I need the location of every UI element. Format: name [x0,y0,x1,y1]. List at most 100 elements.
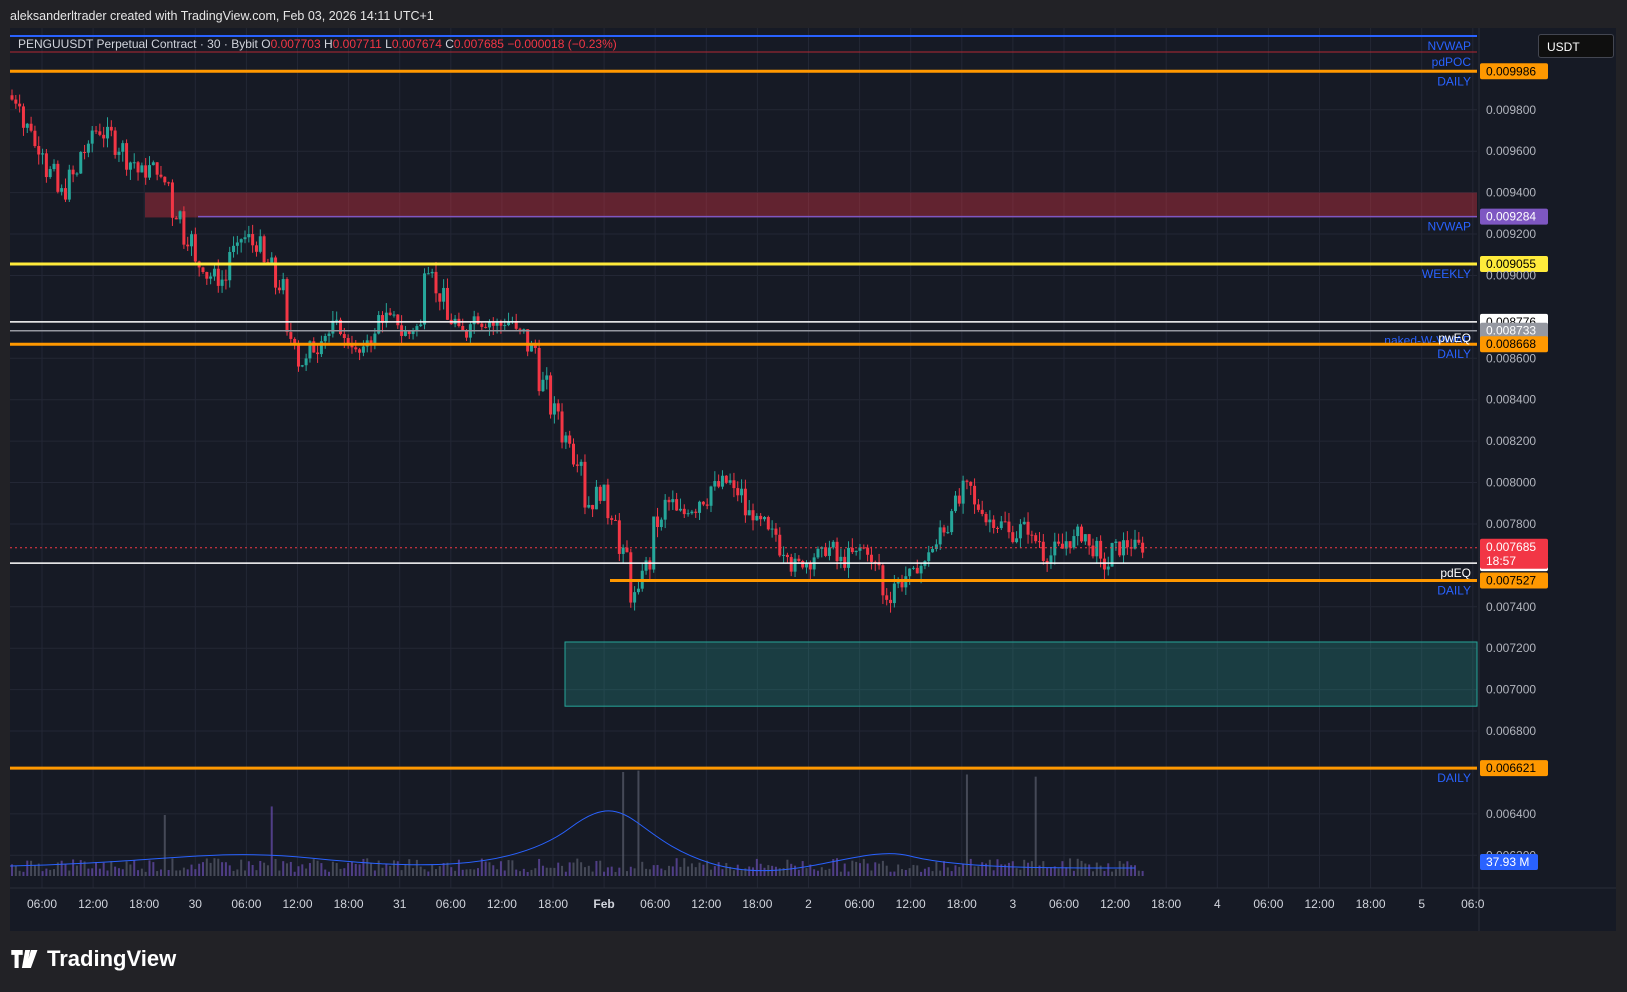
candle-body[interactable] [808,562,812,570]
candle-body[interactable] [167,182,171,184]
candle-body[interactable] [652,516,656,570]
candle-body[interactable] [911,567,915,569]
candle-body[interactable] [915,567,919,574]
candle-body[interactable] [52,163,56,170]
candle-body[interactable] [770,528,774,530]
candle-body[interactable] [686,513,690,515]
candle-body[interactable] [957,495,961,504]
candle-body[interactable] [63,188,67,200]
candle-body[interactable] [75,173,79,175]
candle-body[interactable] [1122,540,1126,556]
candle-body[interactable] [614,519,618,521]
candle-body[interactable] [988,519,992,523]
candle-body[interactable] [610,518,614,520]
candle-body[interactable] [445,287,449,320]
candle-body[interactable] [136,162,140,173]
candle-body[interactable] [675,499,679,511]
candle-body[interactable] [155,162,159,175]
candle-body[interactable] [1026,521,1030,535]
candle-body[interactable] [919,565,923,574]
candle-body[interactable] [973,485,977,505]
candle-body[interactable] [300,365,304,367]
candle-body[interactable] [583,461,587,508]
candle-body[interactable] [690,511,694,514]
candle-body[interactable] [361,346,365,353]
candle-body[interactable] [67,169,71,200]
candle-body[interactable] [350,345,354,348]
candle-body[interactable] [148,165,152,178]
candle-body[interactable] [575,464,579,466]
candle-body[interactable] [736,488,740,496]
candle-body[interactable] [709,486,713,506]
candle-body[interactable] [831,541,835,548]
candle-body[interactable] [419,324,423,327]
candle-body[interactable] [659,519,663,528]
candle-body[interactable] [678,508,682,511]
candle-body[interactable] [254,245,258,252]
candle-body[interactable] [969,481,973,486]
candle-body[interactable] [518,328,522,330]
candle-body[interactable] [86,143,90,153]
candle-body[interactable] [862,547,866,549]
candle-body[interactable] [140,165,144,173]
candle-body[interactable] [526,329,530,352]
candle-body[interactable] [220,279,224,286]
candle-body[interactable] [850,547,854,553]
candle-body[interactable] [587,504,591,508]
candle-body[interactable] [109,126,113,131]
candle-body[interactable] [980,509,984,514]
candle-body[interactable] [579,461,583,466]
candle-body[interactable] [480,323,484,327]
candle-body[interactable] [866,547,870,555]
candle-body[interactable] [824,547,828,556]
candle-body[interactable] [1041,541,1045,561]
candle-body[interactable] [671,499,675,503]
candle-body[interactable] [396,314,400,326]
candle-body[interactable] [224,279,228,281]
candle-body[interactable] [705,504,709,506]
candle-body[interactable] [976,504,980,510]
candle-body[interactable] [625,547,629,553]
candle-body[interactable] [327,333,331,336]
candle-body[interactable] [766,517,770,530]
candle-body[interactable] [60,188,64,192]
candle-body[interactable] [121,143,125,152]
candle-body[interactable] [568,435,572,444]
candle-body[interactable] [572,443,575,465]
candle-body[interactable] [755,515,759,521]
candle-body[interactable] [717,481,721,487]
candle-body[interactable] [694,511,698,513]
candle-body[interactable] [556,403,560,412]
candle-body[interactable] [762,517,766,520]
candle-body[interactable] [403,331,407,336]
candle-body[interactable] [782,554,786,556]
candle-body[interactable] [606,484,610,519]
candle-body[interactable] [1137,539,1141,543]
candle-body[interactable] [564,435,568,443]
candle-body[interactable] [1007,521,1011,533]
candle-body[interactable] [953,495,957,512]
candle-body[interactable] [102,134,106,139]
candle-body[interactable] [537,347,541,392]
candle-body[interactable] [235,242,239,246]
candle-body[interactable] [331,320,335,334]
candle-body[interactable] [931,549,935,553]
candle-body[interactable] [847,547,851,568]
candle-body[interactable] [392,314,396,316]
candle-body[interactable] [212,268,216,277]
candle-body[interactable] [965,480,969,482]
candle-body[interactable] [159,174,163,177]
chart-area[interactable]: DAILY 0.009986 NVWAP 0.009284 WEEKLY 0.009055… [10,28,1616,931]
candle-body[interactable] [942,527,946,533]
candle-body[interactable] [617,520,621,554]
candle-body[interactable] [170,182,174,218]
candle-body[interactable] [682,508,686,515]
candle-body[interactable] [56,163,60,192]
candle-body[interactable] [541,379,545,392]
candle-body[interactable] [14,99,18,104]
candle-body[interactable] [827,547,831,556]
candle-body[interactable] [193,234,197,262]
candle-body[interactable] [495,322,499,326]
candle-body[interactable] [602,484,606,501]
candle-body[interactable] [258,236,262,252]
